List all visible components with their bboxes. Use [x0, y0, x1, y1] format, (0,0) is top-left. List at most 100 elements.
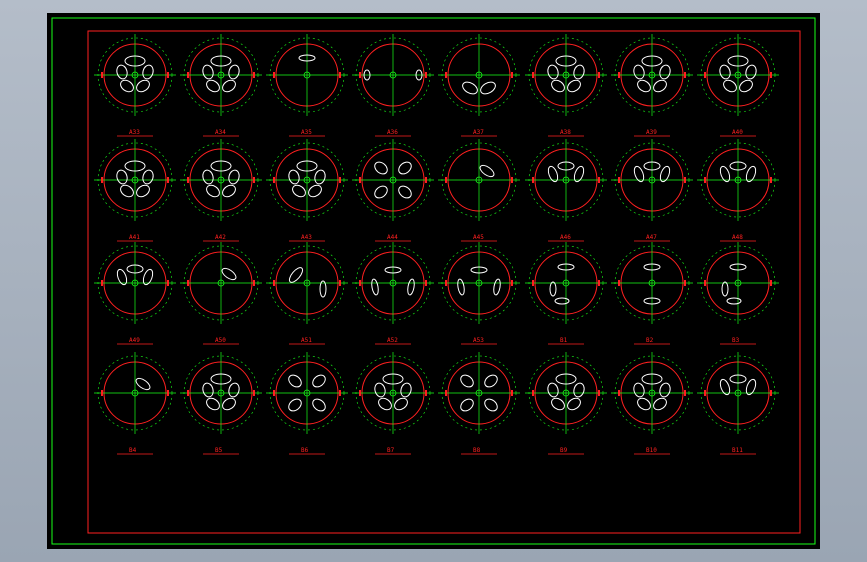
part-code-label: B2 — [646, 337, 654, 344]
hole — [659, 382, 671, 398]
part-b5: B5 — [180, 352, 262, 455]
hole — [567, 397, 581, 411]
hole — [312, 374, 326, 388]
part-code-label: B7 — [387, 447, 395, 454]
part-a46: A46 — [525, 139, 607, 242]
hole — [120, 184, 134, 198]
part-code-label: B8 — [473, 447, 481, 454]
part-a45: A45 — [438, 139, 520, 242]
part-code-label: A36 — [387, 129, 398, 136]
part-code-label: A34 — [215, 129, 226, 136]
hole — [374, 161, 388, 175]
hole — [228, 382, 240, 398]
part-code-label: A53 — [473, 337, 484, 344]
part-a41: A41 — [94, 139, 176, 242]
part-code-label: A43 — [301, 234, 312, 241]
part-code-label: B6 — [301, 447, 309, 454]
part-code-label: A41 — [129, 234, 140, 241]
part-code-label: A52 — [387, 337, 398, 344]
hole — [312, 398, 326, 412]
hole — [308, 184, 322, 198]
hole — [202, 169, 214, 185]
part-a42: A42 — [180, 139, 262, 242]
hole — [135, 377, 151, 391]
part-code-label: A35 — [301, 129, 312, 136]
hole — [573, 382, 585, 398]
hole — [398, 161, 412, 175]
hole — [228, 64, 240, 80]
part-code-label: A47 — [646, 234, 657, 241]
hole — [554, 297, 570, 305]
part-b1: B1 — [525, 242, 607, 345]
hole — [202, 382, 214, 398]
part-a37: A37 — [438, 34, 520, 137]
part-b2: B2 — [611, 242, 693, 345]
part-grid: A33 A34 A35 A36 A37 A38 A39 A40 A41 A42 A43 A44 A45 A… — [94, 34, 779, 455]
part-a38: A38 — [525, 34, 607, 137]
part-a43: A43 — [266, 139, 348, 242]
hole — [659, 64, 671, 80]
part-code-label: B5 — [215, 447, 223, 454]
hole — [288, 374, 302, 388]
hole — [551, 397, 565, 411]
hole — [398, 185, 412, 199]
hole — [551, 79, 565, 93]
hole — [484, 398, 498, 412]
part-a52: A52 — [352, 242, 434, 345]
part-code-label: A37 — [473, 129, 484, 136]
hole — [374, 382, 386, 398]
hole — [394, 397, 408, 411]
cad-drawing: A33 A34 A35 A36 A37 A38 A39 A40 A41 A42 A43 A44 A45 A… — [51, 17, 816, 545]
hole — [222, 184, 236, 198]
cad-viewport[interactable]: A33 A34 A35 A36 A37 A38 A39 A40 A41 A42 A43 A44 A45 A… — [47, 13, 820, 549]
part-code-label: B1 — [560, 337, 568, 344]
part-code-label: A42 — [215, 234, 226, 241]
part-b7: B7 — [352, 352, 434, 455]
part-code-label: A33 — [129, 129, 140, 136]
hole — [371, 278, 379, 296]
hole — [479, 164, 495, 178]
hole — [292, 184, 306, 198]
part-a47: A47 — [611, 139, 693, 242]
hole — [633, 382, 645, 398]
part-a53: A53 — [438, 242, 520, 345]
part-a50: A50 — [180, 242, 262, 345]
part-a33: A33 — [94, 34, 176, 137]
part-code-label: A49 — [129, 337, 140, 344]
hole — [407, 278, 415, 296]
part-code-label: A38 — [560, 129, 571, 136]
hole — [136, 79, 150, 93]
hole — [460, 374, 474, 388]
hole — [653, 397, 667, 411]
hole — [221, 267, 237, 281]
hole — [573, 64, 585, 80]
hole — [400, 382, 412, 398]
hole — [723, 79, 737, 93]
part-code-label: A50 — [215, 337, 226, 344]
hole — [142, 169, 154, 185]
part-code-label: A44 — [387, 234, 398, 241]
hole — [222, 397, 236, 411]
hole — [462, 81, 478, 95]
hole — [653, 79, 667, 93]
hole — [120, 79, 134, 93]
hole — [457, 278, 465, 296]
part-code-label: B11 — [732, 447, 743, 454]
hole — [116, 64, 128, 80]
part-code-label: B9 — [560, 447, 568, 454]
hole — [549, 281, 557, 297]
part-b6: B6 — [266, 352, 348, 455]
hole — [739, 79, 753, 93]
part-a49: A49 — [94, 242, 176, 345]
part-a44: A44 — [352, 139, 434, 242]
part-code-label: A45 — [473, 234, 484, 241]
part-code-label: A40 — [732, 129, 743, 136]
hole — [288, 169, 300, 185]
hole — [314, 169, 326, 185]
hole — [142, 64, 154, 80]
hole — [745, 64, 757, 80]
hole — [222, 79, 236, 93]
outer-frame — [51, 17, 816, 545]
part-a40: A40 — [697, 34, 779, 137]
hole — [374, 185, 388, 199]
